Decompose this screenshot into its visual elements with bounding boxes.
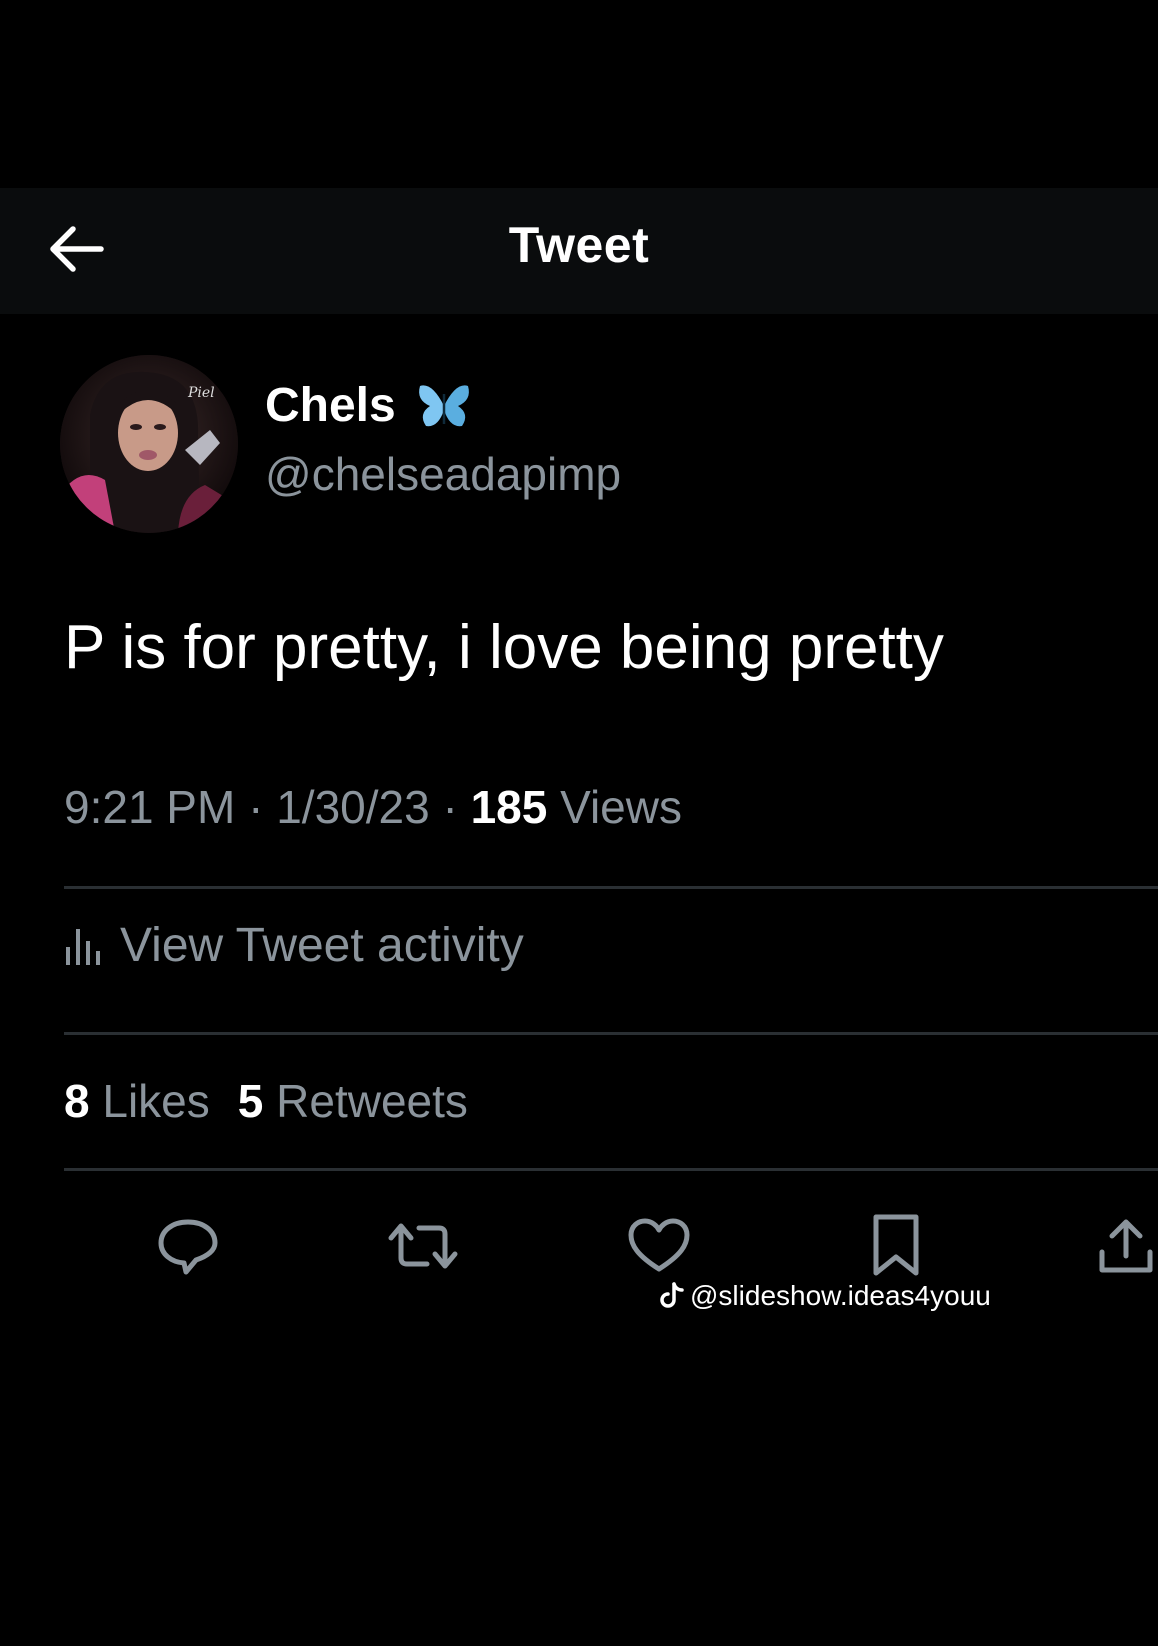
share-button[interactable] — [1096, 1210, 1158, 1282]
views-count: 185 — [470, 781, 548, 833]
divider — [64, 886, 1158, 889]
retweet-arrows-icon — [388, 1223, 458, 1269]
tweet-date: 1/30/23 — [276, 781, 430, 833]
meta-separator: · — [248, 781, 264, 833]
tweet-text: P is for pretty, i love being pretty — [64, 613, 944, 682]
likes-label: Likes — [102, 1075, 210, 1127]
divider — [64, 1032, 1158, 1035]
retweets-count: 5 — [237, 1075, 264, 1127]
top-app-bar: Tweet — [0, 188, 1158, 314]
engagement-stats: 8 Likes 5 Retweets — [64, 1074, 468, 1128]
reply-button[interactable] — [152, 1210, 224, 1282]
butterfly-icon — [418, 384, 469, 426]
user-handle[interactable]: @chelseadapimp — [265, 447, 621, 501]
likes-stat[interactable]: 8 Likes — [64, 1074, 210, 1128]
bookmark-icon — [873, 1214, 919, 1276]
bookmark-button[interactable] — [860, 1210, 932, 1282]
author-name-row: Chels — [265, 378, 472, 433]
view-tweet-activity-link[interactable]: View Tweet activity — [64, 918, 524, 973]
watermark-text: @slideshow.ideas4youu — [690, 1280, 991, 1311]
retweets-label: Retweets — [276, 1075, 468, 1127]
tweet-time: 9:21 PM — [64, 781, 236, 833]
likes-count: 8 — [64, 1075, 90, 1127]
retweets-stat[interactable]: 5 Retweets — [238, 1074, 468, 1128]
tweet-meta: 9:21 PM · 1/30/23 · 185 Views — [64, 780, 682, 834]
like-button[interactable] — [623, 1210, 695, 1282]
svg-text:Piel: Piel — [187, 385, 215, 401]
bar-chart-icon — [66, 928, 100, 965]
heart-icon — [628, 1218, 690, 1272]
divider — [64, 1168, 1158, 1171]
avatar-image: Piel — [60, 355, 238, 533]
tiktok-note-icon — [660, 1282, 684, 1308]
activity-label: View Tweet activity — [120, 919, 524, 972]
views-label: Views — [560, 781, 682, 833]
meta-separator: · — [442, 781, 458, 833]
share-upload-icon — [1099, 1219, 1153, 1273]
display-name[interactable]: Chels — [265, 378, 396, 433]
avatar[interactable]: Piel — [60, 355, 238, 533]
speech-bubble-icon — [158, 1219, 218, 1275]
page-title: Tweet — [508, 217, 650, 273]
tiktok-watermark: @slideshow.ideas4youu — [660, 1280, 991, 1312]
retweet-button[interactable] — [387, 1210, 459, 1282]
